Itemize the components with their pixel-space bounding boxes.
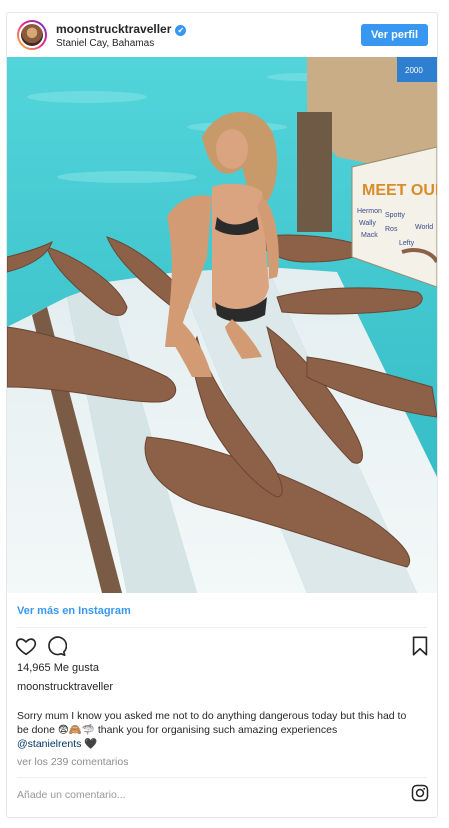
- caption-mention[interactable]: @stanielrents: [17, 738, 81, 750]
- post-photo[interactable]: 2000 MEET OUR Hermon Wally Mack Spotty R…: [7, 57, 437, 593]
- divider: [17, 777, 427, 778]
- location-link[interactable]: Staniel Cay, Bahamas: [56, 38, 154, 49]
- likes-count[interactable]: 14,965 Me gusta: [17, 662, 99, 674]
- sign-title: MEET OUR: [362, 182, 437, 199]
- caption-author[interactable]: moonstrucktraveller: [17, 681, 113, 693]
- svg-text:Mack: Mack: [361, 232, 378, 239]
- box-label: 2000: [405, 66, 423, 75]
- caption-heart: 🖤: [84, 738, 98, 750]
- avatar[interactable]: [17, 20, 47, 50]
- instagram-embed-card: moonstrucktraveller ✔ Staniel Cay, Bahama…: [6, 12, 438, 818]
- heart-icon[interactable]: [15, 635, 39, 659]
- instagram-icon[interactable]: [411, 784, 429, 802]
- view-comments-link[interactable]: ver los 239 comentarios: [17, 756, 128, 768]
- svg-text:Hermon: Hermon: [357, 208, 382, 215]
- photo-illustration: 2000 MEET OUR Hermon Wally Mack Spotty R…: [7, 57, 437, 593]
- caption-text: Sorry mum I know you asked me not to do …: [17, 710, 407, 736]
- caption: Sorry mum I know you asked me not to do …: [17, 709, 417, 751]
- svg-text:Lefty: Lefty: [399, 240, 415, 247]
- view-more-link[interactable]: Ver más en Instagram: [17, 605, 131, 617]
- svg-text:World: World: [415, 224, 433, 231]
- comment-icon[interactable]: [45, 635, 69, 659]
- action-bar: [15, 635, 429, 659]
- bookmark-icon[interactable]: [409, 635, 433, 659]
- verified-badge-icon: ✔: [175, 25, 187, 36]
- username[interactable]: moonstrucktraveller ✔: [56, 22, 187, 36]
- comment-input[interactable]: Añade un comentario...: [17, 789, 126, 801]
- svg-text:Spotty: Spotty: [385, 212, 405, 219]
- svg-text:Wally: Wally: [359, 220, 376, 227]
- divider: [17, 627, 427, 628]
- post-header: moonstrucktraveller ✔ Staniel Cay, Bahama…: [7, 13, 437, 57]
- svg-text:Ros: Ros: [385, 226, 398, 233]
- view-profile-button[interactable]: Ver perfil: [361, 24, 428, 46]
